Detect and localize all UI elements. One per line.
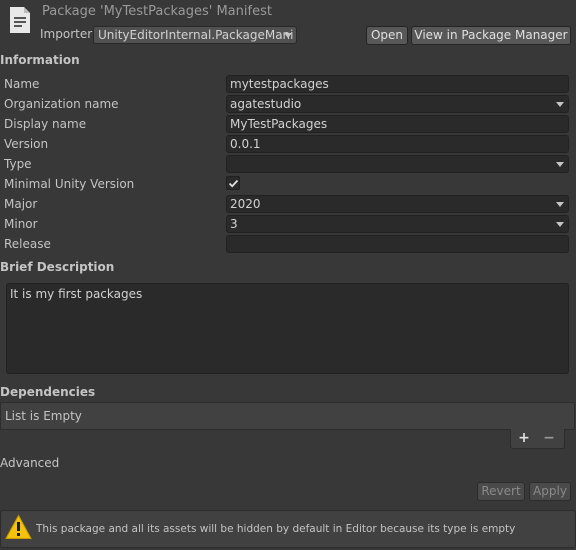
release-field[interactable] [226, 235, 569, 253]
display-name-label: Display name [4, 117, 87, 131]
chevron-down-icon [556, 202, 564, 207]
organization-value: agatestudio [230, 97, 302, 111]
revert-button[interactable]: Revert [477, 482, 525, 501]
minor-label: Minor [4, 217, 38, 231]
minimal-unity-version-checkbox[interactable] [226, 176, 240, 190]
type-label: Type [4, 157, 32, 171]
chevron-down-icon [556, 222, 564, 227]
minor-dropdown[interactable]: 3 [226, 215, 569, 233]
remove-dependency-button[interactable]: − [541, 430, 557, 446]
release-label: Release [4, 237, 51, 251]
name-field[interactable]: mytestpackages [226, 75, 569, 93]
minimal-unity-version-label: Minimal Unity Version [4, 177, 135, 191]
organization-dropdown[interactable]: agatestudio [226, 95, 569, 113]
type-dropdown[interactable] [226, 155, 569, 173]
major-dropdown[interactable]: 2020 [226, 195, 569, 213]
open-button[interactable]: Open [366, 26, 408, 45]
view-in-package-manager-button[interactable]: View in Package Manager [411, 26, 571, 45]
warning-icon [5, 514, 32, 543]
dependencies-list: List is Empty [0, 402, 575, 430]
importer-label: Importer [40, 27, 93, 41]
checkmark-icon [228, 179, 239, 188]
importer-dropdown-value: UnityEditorInternal.PackageMani [98, 28, 294, 42]
importer-dropdown[interactable]: UnityEditorInternal.PackageMani [93, 26, 297, 44]
warning-message: This package and all its assets will be … [36, 523, 516, 535]
brief-description-textarea[interactable]: It is my first packages [6, 283, 569, 374]
chevron-down-icon [556, 162, 564, 167]
version-field[interactable]: 0.0.1 [226, 135, 569, 153]
chevron-down-icon [284, 33, 292, 38]
list-empty-text: List is Empty [5, 409, 82, 423]
major-label: Major [4, 197, 38, 211]
add-dependency-button[interactable]: + [516, 430, 532, 446]
section-header-advanced[interactable]: Advanced [0, 456, 59, 470]
apply-button[interactable]: Apply [529, 482, 571, 501]
minor-value: 3 [230, 217, 238, 231]
organization-label: Organization name [4, 97, 119, 111]
chevron-down-icon [556, 102, 564, 107]
section-header-information[interactable]: Information [0, 53, 80, 67]
window-title: Package 'MyTestPackages' Manifest [42, 4, 272, 19]
version-label: Version [4, 137, 49, 151]
display-name-field[interactable]: MyTestPackages [226, 115, 569, 133]
manifest-file-icon [8, 6, 32, 34]
major-value: 2020 [230, 197, 261, 211]
name-label: Name [4, 77, 40, 91]
section-header-dependencies[interactable]: Dependencies [0, 385, 95, 399]
section-header-brief-description[interactable]: Brief Description [0, 260, 114, 274]
